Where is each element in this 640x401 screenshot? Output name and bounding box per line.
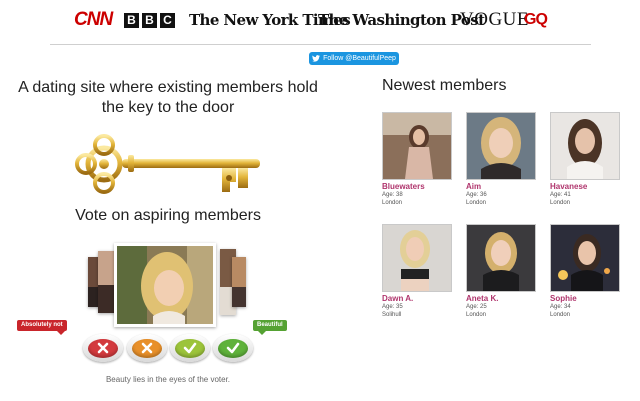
member-city: London xyxy=(382,200,403,206)
vote-yes-button[interactable] xyxy=(170,334,210,362)
candidate-photo-stack[interactable] xyxy=(88,243,248,327)
bbc-letter: B xyxy=(124,12,139,28)
cnn-logo: CNN xyxy=(74,9,113,30)
vote-absolutely-not-button[interactable] xyxy=(83,334,123,362)
current-candidate-photo xyxy=(114,243,216,327)
member-age: Age: 41 xyxy=(550,192,571,198)
member-city: London xyxy=(466,312,487,318)
member-photo[interactable] xyxy=(382,224,452,292)
vogue-logo: VOGUE xyxy=(460,9,529,30)
vote-title: Vote on aspiring members xyxy=(75,207,261,224)
member-card[interactable]: Bluewaters Age: 38 London xyxy=(382,112,452,208)
member-city: London xyxy=(550,312,571,318)
member-card[interactable]: Sophie Age: 34 London xyxy=(550,224,620,320)
member-name[interactable]: Sophie xyxy=(550,294,620,303)
member-city: London xyxy=(550,200,571,206)
cross-icon xyxy=(97,342,109,354)
vote-caption: Beauty lies in the eyes of the voter. xyxy=(105,375,231,384)
member-card[interactable]: Dawn A. Age: 35 Solihull xyxy=(382,224,452,320)
member-card[interactable]: Aim Age: 36 London xyxy=(466,112,536,208)
gq-logo: GQ xyxy=(524,11,548,28)
member-age: Age: 34 xyxy=(550,304,571,310)
member-name[interactable]: Havanese xyxy=(550,182,620,191)
member-photo[interactable] xyxy=(550,112,620,180)
member-city: London xyxy=(466,200,487,206)
member-name[interactable]: Aneta K. xyxy=(466,294,536,303)
newest-members-title: Newest members xyxy=(382,77,507,94)
member-photo[interactable] xyxy=(466,112,536,180)
bbc-logo: B B C xyxy=(124,8,175,32)
check-icon xyxy=(183,342,197,354)
bbc-letter: B xyxy=(142,12,157,28)
member-age: Age: 38 xyxy=(382,192,403,198)
vote-beautiful-button[interactable] xyxy=(213,334,253,362)
beautiful-badge: Beautiful xyxy=(253,320,287,335)
twitter-follow-button[interactable]: Follow @BeautifulPeep xyxy=(309,52,399,65)
vote-no-button[interactable] xyxy=(127,334,167,362)
absolutely-not-badge: Absolutely not xyxy=(17,320,67,335)
member-photo[interactable] xyxy=(382,112,452,180)
bbc-letter: C xyxy=(160,12,175,28)
member-name[interactable]: Dawn A. xyxy=(382,294,452,303)
member-photo[interactable] xyxy=(550,224,620,292)
member-card[interactable]: Aneta K. Age: 25 London xyxy=(466,224,536,320)
member-age: Age: 36 xyxy=(466,192,487,198)
golden-key-icon xyxy=(75,134,260,194)
follow-label: Follow @BeautifulPeep xyxy=(323,55,396,62)
header-divider xyxy=(50,44,591,45)
cross-icon xyxy=(141,342,153,354)
stacked-photo xyxy=(232,257,246,307)
member-photo[interactable] xyxy=(466,224,536,292)
member-card[interactable]: Havanese Age: 41 London xyxy=(550,112,620,208)
member-name[interactable]: Aim xyxy=(466,182,536,191)
press-logos: CNN B B C The New York Times The Washing… xyxy=(0,0,640,44)
page-headline: A dating site where existing members hol… xyxy=(18,79,318,116)
check-icon xyxy=(226,342,240,354)
member-name[interactable]: Bluewaters xyxy=(382,182,452,191)
twitter-bird-icon xyxy=(312,55,321,62)
member-age: Age: 25 xyxy=(466,304,487,310)
member-age: Age: 35 xyxy=(382,304,403,310)
member-city: Solihull xyxy=(382,312,402,318)
